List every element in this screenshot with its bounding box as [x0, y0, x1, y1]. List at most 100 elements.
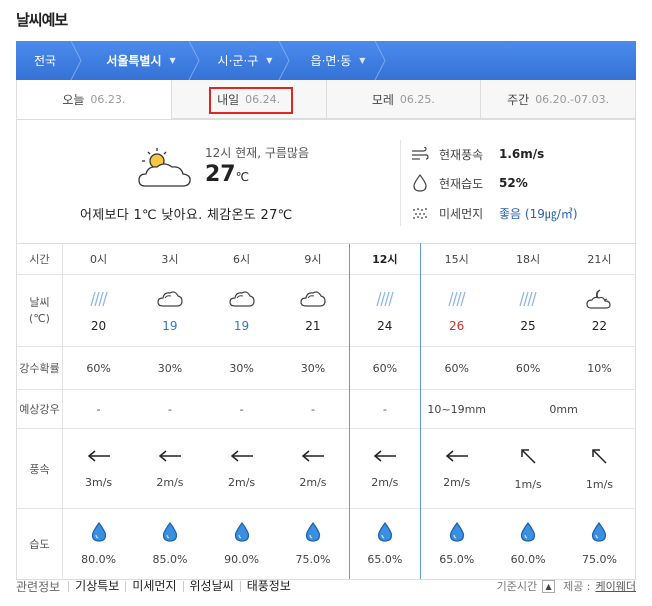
wind-cell: 3m/s	[62, 428, 135, 509]
link-satellite[interactable]: 위성날씨	[182, 580, 240, 592]
tab-weekly[interactable]: 주간 06.20.-07.03.	[480, 80, 636, 119]
tab-tomorrow[interactable]: 내일 06.24.	[170, 80, 326, 119]
link-fine-dust[interactable]: 미세먼지	[125, 580, 182, 592]
time-cell: 12시	[348, 243, 422, 275]
cloud-icon	[228, 288, 255, 313]
tab-day-after[interactable]: 모레 06.25.	[325, 80, 481, 119]
droplet-icon	[91, 521, 107, 545]
basis-time-label: 기준시간	[496, 580, 538, 593]
row-label: 습도	[16, 508, 63, 580]
droplet-icon	[234, 521, 250, 545]
precip-cell: -	[277, 389, 349, 429]
temperature-comparison: 어제보다 1℃ 낮아요. 체감온도 27℃	[80, 208, 293, 223]
caret-up-icon[interactable]: ▲	[542, 579, 556, 593]
related-info-label: 관련정보	[16, 579, 61, 594]
current-temperature: 27℃	[205, 162, 249, 187]
footer-meta: 기준시간 ▲ 제공 : 케이웨더	[497, 578, 636, 594]
current-description: 12시 현재, 구름많음	[205, 146, 309, 160]
wind-cell: 2m/s	[205, 428, 278, 509]
rain-icon	[372, 288, 398, 313]
tab-label: 주간	[507, 92, 530, 107]
pop-cell: 60%	[348, 346, 422, 390]
row-wind: 풍속 3m/s 2m/s 2m/s 2m/s 2m/s 2m/s 1m/s 1m…	[16, 428, 636, 509]
location-district[interactable]: 시·군·구 ▼	[200, 41, 290, 80]
wind-speed: 2m/s	[299, 475, 327, 489]
tab-date: 06.20.-07.03.	[535, 92, 610, 106]
time-cell: 18시	[492, 243, 564, 275]
humidity-cell: 75.0%	[277, 508, 349, 580]
time-cell: 3시	[134, 243, 206, 275]
humidity-value: 85.0%	[152, 553, 188, 566]
wind-cell: 2m/s	[420, 428, 493, 509]
temp-cell: 25	[520, 319, 536, 333]
stat-dust: 미세먼지 좋음 (19㎍/㎥)	[411, 204, 578, 222]
wind-speed: 2m/s	[371, 475, 399, 489]
divider	[400, 140, 401, 226]
wind-cell: 2m/s	[134, 428, 206, 509]
temp-cell: 20	[90, 319, 107, 333]
wind-arrow-icon	[444, 449, 470, 466]
temp-value: 27	[205, 162, 236, 187]
droplet-icon	[449, 521, 465, 545]
humidity-value: 90.0%	[224, 553, 260, 566]
humidity-cell: 75.0%	[563, 508, 636, 580]
time-cell: 6시	[205, 243, 278, 275]
temp-cell: 24	[377, 319, 393, 333]
provider-link[interactable]: 케이웨더	[596, 578, 636, 594]
weather-cell: 22	[563, 274, 636, 347]
wind-speed: 3m/s	[84, 475, 113, 489]
wind-cell: 2m/s	[277, 428, 349, 509]
caret-down-icon: ▼	[266, 56, 273, 65]
link-typhoon[interactable]: 태풍정보	[239, 580, 297, 592]
current-weather-panel: 12시 현재, 구름많음 27℃ 어제보다 1℃ 낮아요. 체감온도 27℃ 현…	[16, 120, 636, 244]
wind-arrow-icon	[229, 449, 255, 466]
droplet-icon	[411, 174, 429, 192]
tab-date: 06.25.	[399, 92, 435, 106]
precip-cell: -	[348, 389, 422, 429]
chevron-separator-icon	[374, 41, 386, 80]
location-town[interactable]: 읍·면·동 ▼	[290, 41, 386, 80]
time-cell: 0시	[62, 243, 135, 275]
row-label: 강수확률	[16, 346, 63, 390]
humidity-cell: 65.0%	[420, 508, 493, 580]
time-cell: 9시	[277, 243, 349, 275]
pop-cell: 60%	[492, 346, 564, 390]
tab-today[interactable]: 오늘 06.23.	[16, 80, 171, 119]
row-label: 예상강우	[16, 389, 63, 429]
stat-humidity: 현재습도 52%	[411, 174, 528, 192]
wind-speed: 2m/s	[443, 475, 471, 489]
pop-cell: 10%	[563, 346, 636, 390]
stat-label: 현재풍속	[439, 147, 484, 162]
link-weather-warning[interactable]: 기상특보	[68, 580, 125, 592]
weather-cell: 24	[348, 274, 422, 347]
row-humidity: 습도 80.0% 85.0% 90.0% 75.0% 65.0% 65.0% 6…	[16, 508, 636, 580]
wind-arrow-icon	[590, 447, 608, 468]
pop-cell: 30%	[205, 346, 278, 390]
page-title: 날씨예보	[16, 11, 68, 29]
wind-cell: 1m/s	[563, 428, 636, 509]
location-country[interactable]: 전국	[16, 41, 82, 80]
caret-down-icon: ▼	[169, 56, 176, 65]
row-label: 풍속	[16, 428, 63, 509]
weather-cell: 25	[492, 274, 564, 347]
row-label: 시간	[16, 243, 63, 275]
wind-speed: 1m/s	[585, 477, 614, 491]
sun-cloud-icon	[138, 148, 191, 187]
pop-cell: 30%	[277, 346, 349, 390]
chevron-separator-icon	[70, 41, 82, 80]
droplet-icon	[520, 521, 536, 545]
wind-arrow-icon	[157, 449, 183, 466]
tab-date: 06.23.	[90, 92, 126, 106]
row-time: 시간 0시 3시 6시 9시 12시 15시 18시 21시	[16, 243, 636, 275]
weather-cell: 19	[205, 274, 278, 347]
temp-cell: 21	[305, 319, 321, 333]
humidity-cell: 85.0%	[134, 508, 206, 580]
wind-speed: 2m/s	[156, 475, 184, 489]
weather-cell: 26	[420, 274, 493, 347]
tab-label: 모레	[371, 92, 394, 107]
rain-icon	[515, 288, 541, 313]
humidity-value: 60.0%	[510, 553, 546, 566]
location-city[interactable]: 서울특별시 ▼	[82, 41, 200, 80]
precip-cell: -	[62, 389, 135, 429]
location-label: 서울특별시	[106, 54, 162, 68]
